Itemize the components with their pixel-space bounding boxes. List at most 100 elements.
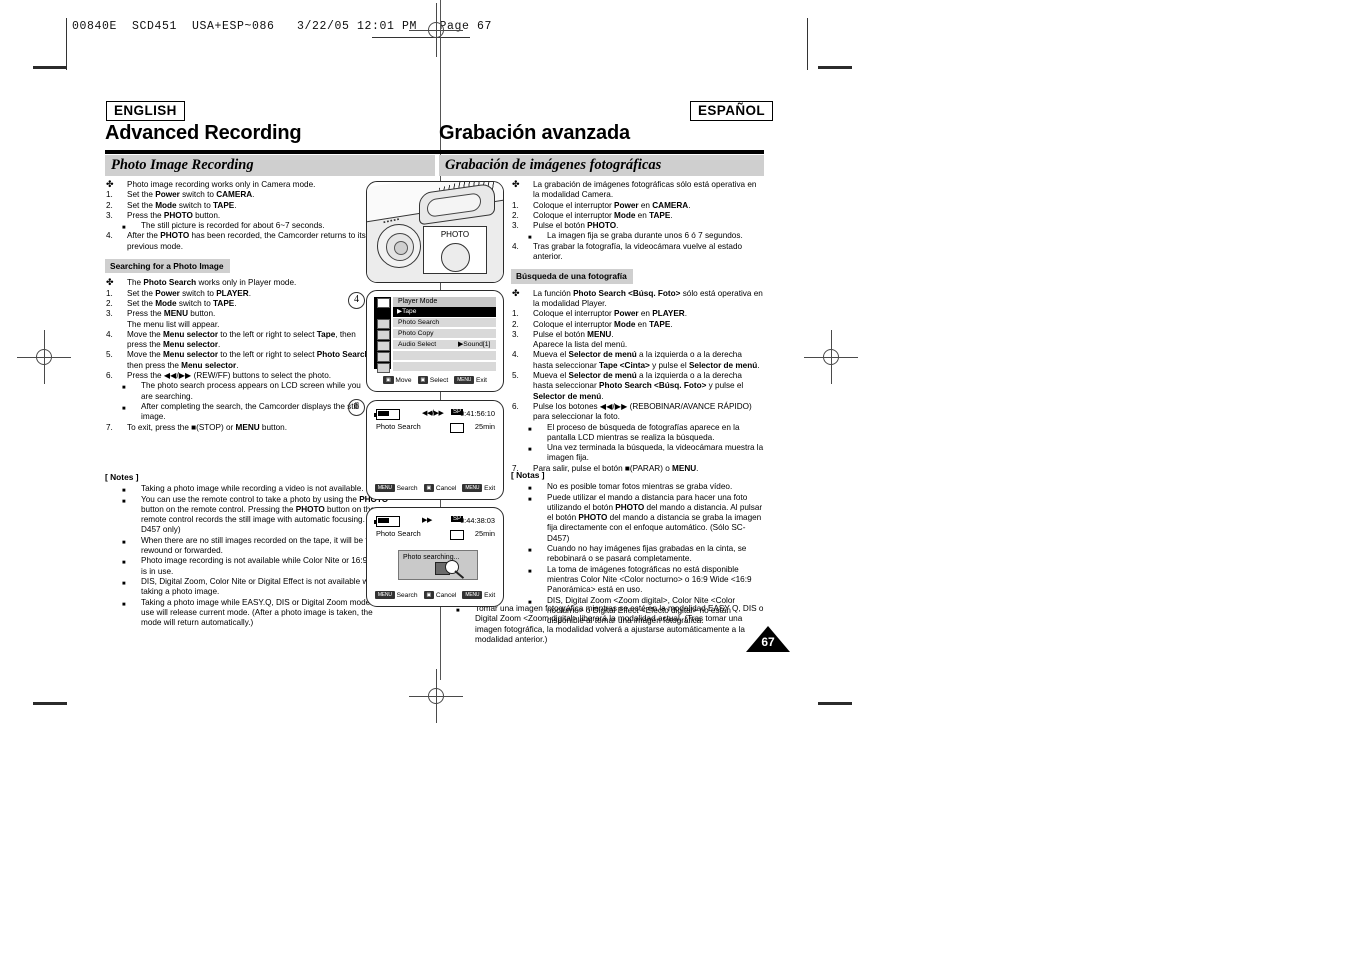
menu-title: Player Mode [393, 297, 496, 307]
photo-search-label: Photo Search [376, 422, 421, 431]
list-item-text: Press the MENU button. The menu list will… [127, 309, 220, 329]
footer-search-1: MENU Search [374, 484, 418, 492]
system-icon [377, 363, 390, 373]
bullet-icon: ■ [122, 580, 126, 587]
sub-bullet-item: ■ La imagen fija se graba durante unos 6 … [511, 231, 764, 241]
list-item: 4. Tras grabar la fotografía, la videocám… [511, 242, 764, 263]
section-band-spanish: Grabación de imágenes fotográficas [439, 155, 764, 176]
list-item: 2. Coloque el interruptor Mode en TAPE. [511, 320, 764, 330]
menu-icon-column [374, 297, 391, 373]
list-item: 3. Press the MENU button. The menu list wi… [105, 309, 373, 330]
bullet-icon: ■ [528, 568, 532, 575]
magnifier-handle-icon [454, 570, 465, 580]
list-item-text: After completing the search, the Camcord… [141, 401, 359, 422]
step-number: 1. [512, 200, 519, 210]
spanish-tail-note: ■ Tomar una imagen fotográfica mientras … [439, 604, 764, 645]
player-mode-icon [377, 298, 390, 308]
photo-button-label: PHOTO [440, 230, 470, 239]
list-item: 2. Set the Mode switch to TAPE. [105, 201, 373, 211]
footer-exit-1: MENU Exit [462, 484, 495, 492]
menu-item-blank-1 [393, 351, 496, 361]
sub-bullet-item: ■ Taking a photo image while recording a … [105, 484, 393, 494]
list-item-text: After the PHOTO has been recorded, the C… [127, 231, 366, 251]
step-number-6: 6 [348, 399, 365, 416]
battery-icon [374, 409, 400, 420]
list-item-text: Pulse el botón PHOTO. [533, 221, 619, 231]
bullet-icon: ■ [122, 405, 126, 412]
list-item: 3. Press the PHOTO button. [105, 211, 373, 221]
sub-bullet-item: ■ The photo search process appears on LCD… [105, 381, 373, 402]
list-item: ✤ La grabación de imágenes fotográficas s… [511, 179, 764, 201]
exit-key-icon: MENU [454, 376, 475, 384]
list-item: 3. Pulse el botón PHOTO. [511, 221, 764, 231]
memory-icon [377, 330, 390, 340]
photo-search-footer-2: MENU Search ▣ Cancel MENU Exit [374, 590, 496, 600]
list-item-text: La función Photo Search <Búsq. Foto> sól… [533, 288, 763, 308]
english-notes-heading: [ Notes ] [105, 472, 139, 482]
list-item: 7. To exit, press the ■(STOP) or MENU but… [105, 423, 373, 433]
menu-footer-select: ▣ Select [417, 376, 448, 384]
step-number: 4. [512, 350, 519, 360]
lcd-menu: Player Mode ▶Tape Photo Search Photo Cop… [374, 297, 496, 385]
figure-menu-screen: Player Mode ▶Tape Photo Search Photo Cop… [366, 290, 504, 392]
battery-icon [374, 516, 400, 527]
step-number: 3. [106, 309, 113, 319]
camcorder-lens [377, 224, 421, 268]
step-number: 7. [106, 422, 113, 432]
photo-search-label: Photo Search [376, 529, 421, 538]
list-item-text: Cuando no hay imágenes fijas grabadas en… [547, 544, 747, 564]
list-item: 5. Mueva el Selector de menú a la izquier… [511, 371, 764, 402]
step-number: 1. [512, 309, 519, 319]
figure-photo-search-screen-1: ◀◀/▶▶ SP 0:41:56:10 Photo Search 25min M… [366, 400, 504, 500]
record-icon [377, 341, 390, 351]
bullet-icon: ■ [122, 539, 126, 546]
list-item-text: Photo image recording is not available w… [141, 556, 389, 576]
list-item: 1. Set the Power switch to CAMERA. [105, 190, 373, 200]
step-number: 2. [106, 200, 113, 210]
bullet-icon: ✤ [106, 179, 114, 189]
tape-remaining-value: 25min [474, 529, 495, 538]
step-number: 2. [512, 319, 519, 329]
list-item-text: Coloque el interruptor Power en CAMERA. [533, 200, 691, 210]
list-item-text: Set the Power switch to CAMERA. [127, 190, 255, 200]
bullet-icon: ■ [528, 426, 532, 433]
step-number: 3. [106, 210, 113, 220]
list-item-text: Move the Menu selector to the left or ri… [127, 350, 372, 370]
title-rule [105, 150, 764, 154]
section-title-spanish: Grabación de imágenes fotográficas [445, 157, 662, 173]
step-number: 5. [106, 350, 113, 360]
page-number-badge: 67 [746, 626, 790, 652]
menu-item-blank-2 [393, 362, 496, 372]
tape-remaining-icon [450, 423, 464, 433]
sub-bullet-item: ■ DIS, Digital Zoom, Color Nite or Digita… [105, 577, 393, 598]
menu-item-photo-copy[interactable]: Photo Copy [393, 329, 496, 339]
menu-footer-exit: MENU Exit [454, 376, 487, 384]
menu-selected-item[interactable]: ▶Tape [393, 307, 496, 317]
list-item-text: Set the Mode switch to TAPE. [127, 200, 237, 210]
menu-item-photo-search[interactable]: Photo Search [393, 318, 496, 328]
timecode: 0:44:38:03 [460, 516, 495, 525]
manual-page: ENGLISH ESPAÑOL Advanced Recording Graba… [0, 0, 1351, 954]
sub-bullet-item: ■ No es posible tomar fotos mientras se g… [511, 482, 764, 492]
exit-key-icon: MENU [462, 591, 483, 599]
bullet-icon: ✤ [106, 277, 114, 288]
photo-button-icon [441, 243, 470, 272]
spanish-tail-note-block: ■ Tomar una imagen fotográfica mientras … [439, 604, 764, 645]
lcd-photo-search-1: ◀◀/▶▶ SP 0:41:56:10 Photo Search 25min M… [374, 407, 496, 493]
menu-key-icon: MENU [374, 484, 395, 492]
list-item-text: When there are no still images recorded … [141, 535, 380, 556]
list-item-text: Coloque el interruptor Mode en TAPE. [533, 319, 673, 329]
tape-remaining-icon [450, 530, 464, 540]
audio-select-value: ▶Sound[1] [458, 341, 491, 348]
list-item-text: DIS, Digital Zoom, Color Nite or Digital… [141, 576, 383, 597]
step-number: 4. [512, 241, 519, 251]
sub-bullet-item: ■ When there are no still images recorded… [105, 536, 393, 557]
list-item-text: The Photo Search works only in Player mo… [127, 278, 297, 288]
menu-key-icon: ▣ [383, 376, 394, 384]
list-item-text: No es posible tomar fotos mientras se gr… [547, 482, 733, 492]
ok-key-icon: ▣ [423, 484, 435, 492]
figure-photo-search-screen-2: ▶▶ SP 0:44:38:03 Photo Search 25min Phot… [366, 507, 504, 607]
section-band-english: Photo Image Recording [105, 155, 435, 176]
bullet-icon: ■ [528, 447, 532, 454]
footer-search-2: MENU Search [374, 591, 418, 599]
